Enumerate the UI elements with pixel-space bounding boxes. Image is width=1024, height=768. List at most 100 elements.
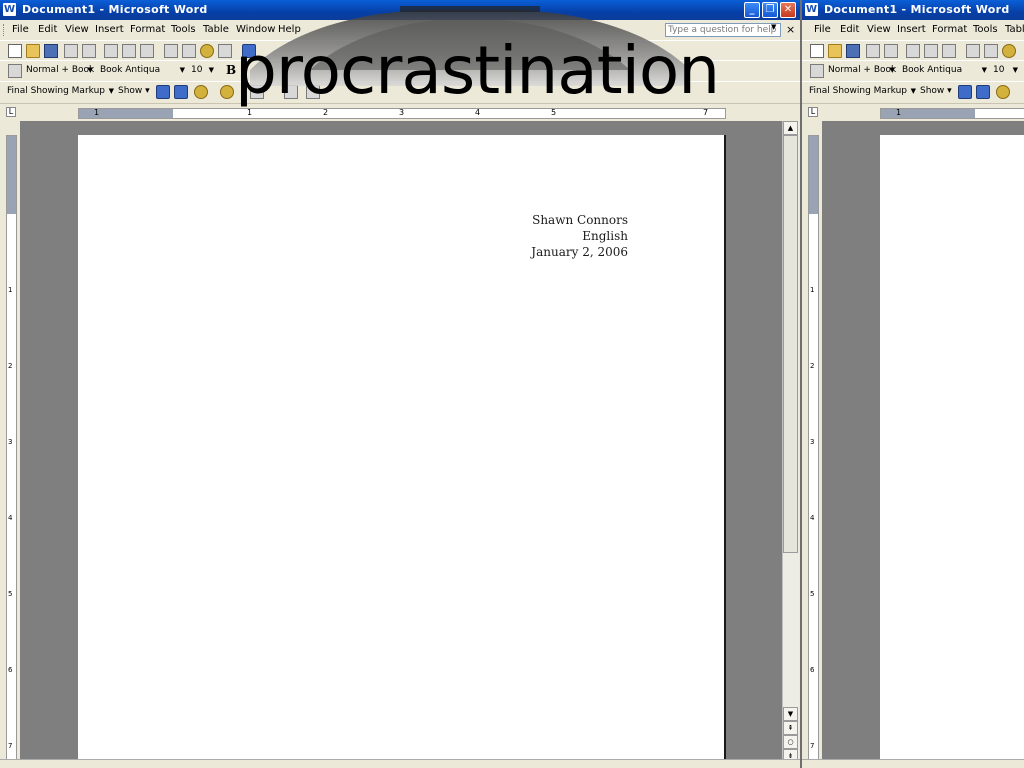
menu-table[interactable]: Table — [1005, 24, 1024, 35]
top-margin-area — [7, 136, 16, 214]
style-combo[interactable]: Normal + Book ▼ — [825, 64, 897, 78]
menu-file[interactable]: File — [12, 24, 29, 35]
title-bar[interactable]: W Document1 - Microsoft Word — [802, 0, 1024, 20]
format-painter-icon[interactable] — [218, 44, 232, 58]
font-size-combo[interactable]: 10 ▼ — [990, 64, 1020, 78]
markup-display-combo[interactable]: Final Showing Markup ▼ — [806, 85, 918, 99]
ruler-number: 7 — [703, 108, 709, 117]
chevron-down-icon[interactable]: ▼ — [771, 23, 776, 31]
menu-tools[interactable]: Tools — [171, 24, 196, 35]
ruler-number: 4 — [475, 108, 481, 117]
document-area: Shawn Connors English January 2, 2006 — [20, 121, 782, 768]
restore-button[interactable]: ❐ — [762, 2, 778, 18]
show-markup-button[interactable]: Show ▾ — [920, 86, 952, 96]
styles-pane-icon[interactable] — [810, 64, 824, 78]
menu-format[interactable]: Format — [932, 24, 967, 35]
horizontal-ruler[interactable]: 1 — [880, 108, 1024, 119]
print-preview-icon[interactable] — [122, 44, 136, 58]
accept-change-icon[interactable] — [194, 85, 208, 99]
menu-insert[interactable]: Insert — [897, 24, 926, 35]
horizontal-ruler[interactable]: 1 1 2 3 4 5 7 — [78, 108, 726, 119]
open-folder-icon[interactable] — [828, 44, 842, 58]
menu-edit[interactable]: Edit — [38, 24, 57, 35]
ruler-number: 5 — [810, 590, 815, 598]
permission-icon[interactable] — [64, 44, 78, 58]
reject-change-icon[interactable] — [220, 85, 234, 99]
font-combo[interactable]: Book Antiqua ▼ — [97, 64, 187, 78]
permission-icon[interactable] — [866, 44, 880, 58]
open-folder-icon[interactable] — [26, 44, 40, 58]
styles-pane-icon[interactable] — [8, 64, 22, 78]
chevron-down-icon: ▼ — [1012, 66, 1018, 74]
email-icon[interactable] — [884, 44, 898, 58]
close-button[interactable]: ✕ — [780, 2, 796, 18]
font-size-combo[interactable]: 10 ▼ — [188, 64, 216, 78]
toolbar-grip[interactable] — [3, 24, 7, 36]
copy-icon[interactable] — [984, 44, 998, 58]
ruler-number: 5 — [551, 108, 557, 117]
paste-icon[interactable] — [1002, 44, 1016, 58]
print-icon[interactable] — [104, 44, 118, 58]
title-bar[interactable]: W Document1 - Microsoft Word _ ❐ ✕ — [0, 0, 800, 20]
vertical-scrollbar[interactable]: ▲ ▼ ⇞ ○ ⇟ — [782, 121, 799, 768]
cut-icon[interactable] — [966, 44, 980, 58]
email-icon[interactable] — [82, 44, 96, 58]
previous-page-button[interactable]: ⇞ — [783, 721, 798, 735]
vertical-ruler[interactable]: 1 2 3 4 5 6 7 — [802, 121, 822, 768]
paste-icon[interactable] — [200, 44, 214, 58]
window-title: Document1 - Microsoft Word — [824, 3, 1010, 16]
style-value: Normal + Book — [828, 65, 897, 75]
chevron-down-icon: ▼ — [981, 66, 987, 74]
save-icon[interactable] — [44, 44, 58, 58]
font-combo[interactable]: Book Antiqua ▼ — [899, 64, 989, 78]
tab-selector-icon[interactable]: L — [6, 107, 16, 117]
menu-table[interactable]: Table — [203, 24, 229, 35]
chevron-down-icon: ▼ — [108, 87, 114, 95]
ruler-number: 5 — [8, 590, 13, 598]
markup-display-combo[interactable]: Final Showing Markup ▼ — [4, 85, 116, 99]
menu-view[interactable]: View — [867, 24, 891, 35]
menu-format[interactable]: Format — [130, 24, 165, 35]
vertical-ruler[interactable]: 1 2 3 4 5 6 7 — [0, 121, 20, 768]
menu-file[interactable]: File — [814, 24, 831, 35]
accept-change-icon[interactable] — [996, 85, 1010, 99]
next-change-icon[interactable] — [174, 85, 188, 99]
word-window-copy: W Document1 - Microsoft Word File Edit V… — [800, 0, 1024, 768]
new-document-icon[interactable] — [8, 44, 22, 58]
status-bar — [802, 759, 1024, 768]
next-change-icon[interactable] — [976, 85, 990, 99]
ruler-number: 6 — [8, 666, 13, 674]
minimize-button[interactable]: _ — [744, 2, 760, 18]
previous-change-icon[interactable] — [156, 85, 170, 99]
scroll-down-button[interactable]: ▼ — [783, 707, 798, 721]
word-app-icon[interactable]: W — [3, 3, 16, 16]
tab-selector-icon[interactable]: L — [808, 107, 818, 117]
word-app-icon[interactable]: W — [805, 3, 818, 16]
menu-view[interactable]: View — [65, 24, 89, 35]
previous-change-icon[interactable] — [958, 85, 972, 99]
save-icon[interactable] — [846, 44, 860, 58]
copy-icon[interactable] — [182, 44, 196, 58]
menu-tools[interactable]: Tools — [973, 24, 998, 35]
spelling-icon[interactable] — [942, 44, 956, 58]
print-icon[interactable] — [906, 44, 920, 58]
menu-bar: File Edit View Insert Format Tools Table — [802, 20, 1024, 40]
menu-insert[interactable]: Insert — [95, 24, 124, 35]
select-browse-object-button[interactable]: ○ — [783, 735, 798, 749]
ruler-number: 1 — [247, 108, 253, 117]
document-page[interactable] — [880, 135, 1024, 768]
ruler-number: 2 — [8, 362, 13, 370]
spelling-icon[interactable] — [140, 44, 154, 58]
style-combo[interactable]: Normal + Book ▼ — [23, 64, 95, 78]
new-document-icon[interactable] — [810, 44, 824, 58]
chevron-down-icon: ▼ — [208, 66, 214, 74]
print-preview-icon[interactable] — [924, 44, 938, 58]
cut-icon[interactable] — [164, 44, 178, 58]
document-page[interactable]: Shawn Connors English January 2, 2006 — [78, 135, 726, 768]
scroll-up-button[interactable]: ▲ — [783, 121, 798, 135]
show-markup-button[interactable]: Show ▾ — [118, 86, 150, 96]
scroll-thumb[interactable] — [783, 135, 798, 553]
menu-edit[interactable]: Edit — [840, 24, 859, 35]
close-document-button[interactable]: × — [786, 23, 795, 36]
date-line: January 2, 2006 — [531, 245, 628, 259]
